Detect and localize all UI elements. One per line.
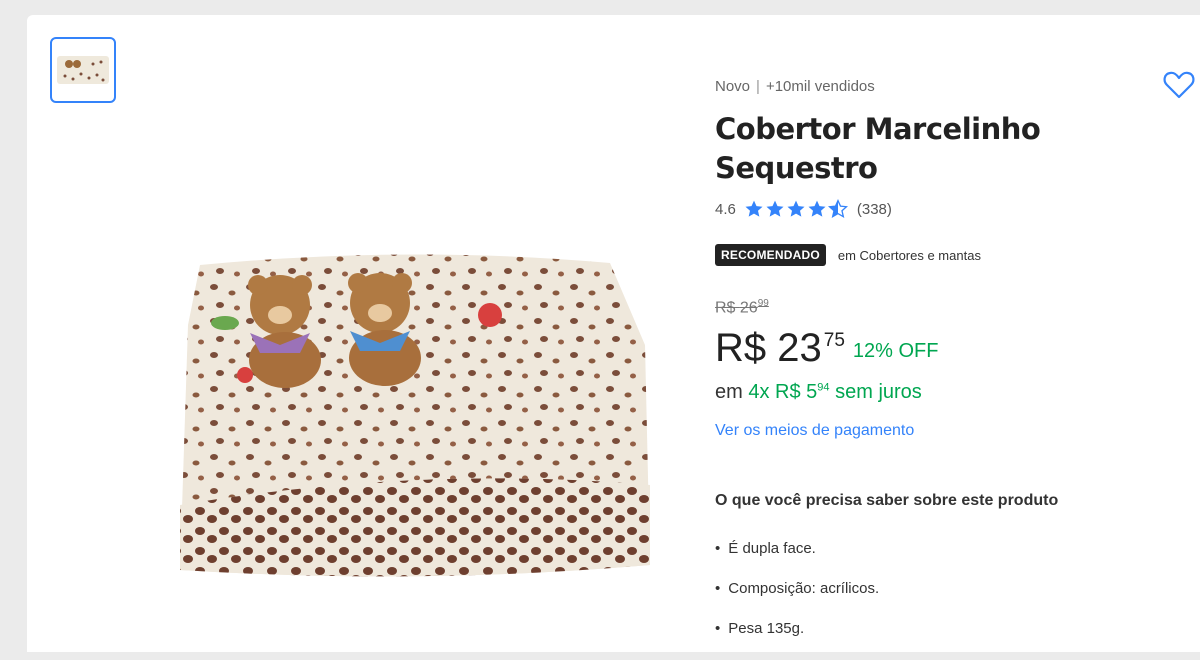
product-title: Cobertor Marcelinho Sequestro <box>715 112 1041 185</box>
original-price: R$ 2699 <box>715 298 769 317</box>
current-price-cents: 75 <box>823 330 845 351</box>
installments-prefix: em <box>715 381 743 403</box>
installments-cents: 94 <box>817 381 830 394</box>
feature-item: É dupla face. <box>715 540 879 580</box>
sold-count: +10mil vendidos <box>765 78 875 95</box>
star-icon <box>787 200 805 217</box>
feature-item: Pesa 135g. <box>715 620 879 660</box>
features-list: É dupla face. Composição: acrílicos. Pes… <box>715 540 879 660</box>
star-half-icon <box>827 199 848 219</box>
current-price: R$ 23 <box>715 326 822 370</box>
original-price-cents: 99 <box>757 298 769 309</box>
rating-count: (338) <box>856 200 892 218</box>
original-price-currency: R$ <box>715 299 736 317</box>
original-price-integer: 26 <box>739 299 758 317</box>
rating-row[interactable]: 4.6 (338) <box>715 199 892 219</box>
badge-category[interactable]: em Cobertores e mantas <box>838 248 981 263</box>
condition-label: Novo <box>715 78 751 95</box>
rating-stars <box>744 199 849 219</box>
features-title: O que você precisa saber sobre este prod… <box>715 492 1059 509</box>
subtitle-separator: | <box>756 78 760 95</box>
product-image[interactable] <box>170 245 660 590</box>
installments-plan: 4x R$ 594 sem juros <box>748 381 921 403</box>
installments-plan-amount: 4x R$ 5 <box>748 381 818 403</box>
price-row: R$ 23 75 12% OFF <box>715 326 938 370</box>
star-icon <box>808 200 826 217</box>
star-icon <box>766 200 784 217</box>
recommended-badge: RECOMENDADO <box>715 244 826 266</box>
recommended-row: RECOMENDADO em Cobertores e mantas <box>715 244 981 266</box>
discount-label: 12% OFF <box>852 340 939 362</box>
payment-methods-link[interactable]: Ver os meios de pagamento <box>715 422 914 440</box>
rating-value: 4.6 <box>715 200 736 218</box>
product-subtitle: Novo | +10mil vendidos <box>715 78 875 95</box>
feature-item: Composição: acrílicos. <box>715 580 879 620</box>
blanket-thumbnail <box>57 56 109 84</box>
star-icon <box>745 200 763 217</box>
blanket-illustration <box>180 254 650 577</box>
thumbnail-image[interactable] <box>50 37 116 103</box>
installments: em 4x R$ 594 sem juros <box>715 381 922 404</box>
heart-outline-icon[interactable] <box>1163 70 1195 105</box>
installments-suffix: sem juros <box>835 381 922 403</box>
